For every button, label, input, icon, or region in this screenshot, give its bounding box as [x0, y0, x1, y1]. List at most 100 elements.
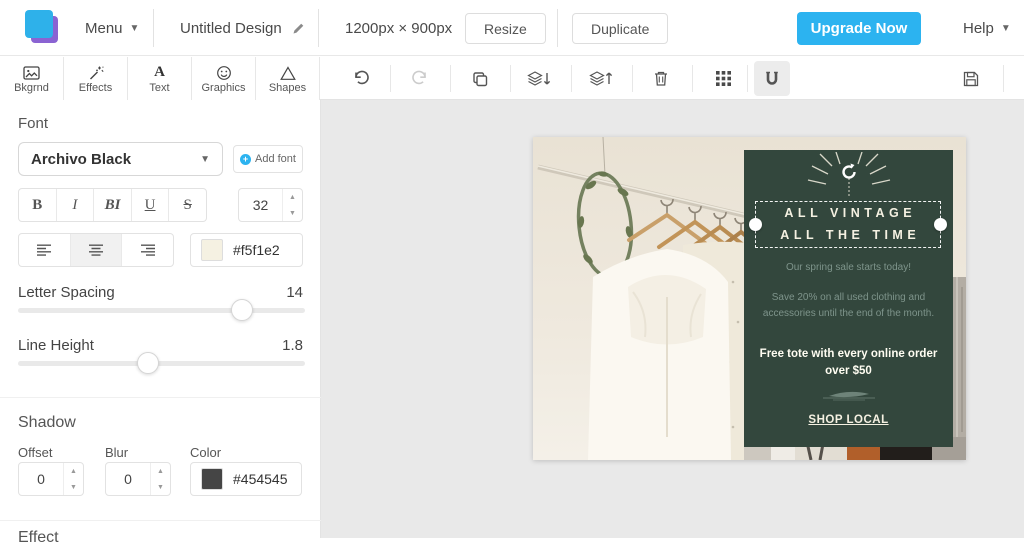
tab-label: Graphics: [201, 81, 246, 94]
canvas-workspace[interactable]: ALL VINTAGE ALL THE TIME Our spring sale…: [321, 100, 1024, 538]
editor-toolbar: Bkgrnd Effects A Text Graphics Shapes: [0, 57, 1024, 100]
divider: [1003, 65, 1004, 92]
logo-blue-square: [25, 10, 53, 38]
letter-spacing-label: Letter Spacing: [18, 284, 115, 301]
save-button[interactable]: [953, 61, 989, 96]
resize-handle-right[interactable]: [934, 217, 947, 231]
letter-spacing-value: 14: [286, 284, 303, 301]
plus-circle-icon: +: [240, 153, 251, 165]
text-color-picker[interactable]: #f5f1e2: [190, 233, 303, 267]
menu-label: Menu: [85, 19, 123, 37]
send-backward-button[interactable]: [521, 61, 557, 96]
align-left-button[interactable]: [19, 234, 71, 266]
align-right-icon: [140, 244, 155, 256]
step-down-icon[interactable]: ▼: [151, 479, 170, 495]
divider: [747, 65, 748, 92]
bring-forward-icon: [589, 71, 613, 86]
effect-section-title: Effect: [18, 529, 59, 546]
underline-button[interactable]: U: [132, 189, 170, 221]
divider: [153, 9, 154, 47]
delete-button[interactable]: [643, 61, 679, 96]
shadow-color-picker[interactable]: #454545: [190, 462, 302, 496]
tab-text[interactable]: A Text: [128, 57, 192, 100]
line-height-slider[interactable]: [18, 352, 305, 374]
help-dropdown[interactable]: Help ▼: [963, 0, 1011, 56]
letter-spacing-slider[interactable]: [18, 299, 305, 321]
bring-forward-button[interactable]: [583, 61, 619, 96]
rotate-handle-icon[interactable]: [838, 161, 860, 183]
shadow-blur-stepper[interactable]: 0 ▲ ▼: [105, 462, 171, 496]
stepper-arrows: ▲ ▼: [282, 189, 302, 221]
letter-spacing-knob[interactable]: [231, 299, 253, 321]
divider: [0, 520, 321, 521]
bold-button[interactable]: B: [19, 189, 57, 221]
triangle-icon: [279, 64, 296, 81]
font-family-select[interactable]: Archivo Black ▼: [18, 142, 223, 176]
headline-text-selection[interactable]: ALL VINTAGE ALL THE TIME: [749, 201, 947, 248]
tab-background[interactable]: Bkgrnd: [0, 57, 64, 100]
image-icon: [23, 64, 40, 81]
redo-button[interactable]: [402, 61, 438, 96]
step-down-icon[interactable]: ▼: [64, 479, 83, 495]
shadow-color-label: Color: [190, 445, 222, 460]
subtext-1[interactable]: Our spring sale starts today!: [759, 260, 939, 276]
resize-button[interactable]: Resize: [465, 13, 546, 44]
tab-label: Text: [149, 81, 170, 94]
add-font-button[interactable]: + Add font: [233, 145, 303, 173]
highlight-text[interactable]: Free tote with every online order over $…: [757, 346, 941, 379]
divider: [318, 9, 319, 47]
bold-italic-button[interactable]: BI: [94, 189, 132, 221]
tab-label: Effects: [78, 81, 113, 94]
design-canvas[interactable]: ALL VINTAGE ALL THE TIME Our spring sale…: [533, 137, 966, 460]
align-left-icon: [37, 244, 52, 256]
duplicate-layer-button[interactable]: [462, 61, 498, 96]
step-up-icon[interactable]: ▲: [151, 463, 170, 479]
strikethrough-button[interactable]: S: [169, 189, 206, 221]
step-down-icon[interactable]: ▼: [283, 205, 302, 221]
upgrade-now-button[interactable]: Upgrade Now: [797, 12, 921, 45]
design-title[interactable]: Untitled Design: [180, 0, 306, 56]
align-right-button[interactable]: [122, 234, 173, 266]
text-align-group: [18, 233, 174, 267]
grid-icon: [715, 71, 731, 86]
tab-effects[interactable]: Effects: [64, 57, 128, 100]
divider: [571, 65, 572, 92]
italic-button[interactable]: I: [57, 189, 95, 221]
duplicate-button[interactable]: Duplicate: [572, 13, 669, 44]
divider: [510, 65, 511, 92]
shadow-color-swatch: [201, 468, 223, 490]
shop-local-link[interactable]: SHOP LOCAL: [808, 414, 888, 426]
headline-line1: ALL VINTAGE: [784, 205, 917, 220]
align-center-button[interactable]: [70, 234, 123, 266]
promo-panel[interactable]: ALL VINTAGE ALL THE TIME Our spring sale…: [744, 150, 953, 447]
line-height-value: 1.8: [282, 337, 303, 354]
edit-pencil-icon[interactable]: [291, 21, 306, 36]
step-up-icon[interactable]: ▲: [283, 189, 302, 205]
app-logo[interactable]: [25, 10, 59, 44]
upgrade-label: Upgrade Now: [810, 20, 908, 37]
font-size-value: 32: [252, 197, 269, 213]
headline-line2: ALL THE TIME: [780, 227, 921, 242]
tab-graphics[interactable]: Graphics: [192, 57, 256, 100]
tab-shapes[interactable]: Shapes: [256, 57, 320, 100]
send-backward-icon: [527, 71, 551, 86]
undo-icon: [354, 70, 369, 85]
shadow-blur-value: 0: [124, 471, 132, 487]
save-icon: [963, 71, 979, 86]
subtext-2[interactable]: Save 20% on all used clothing and access…: [759, 290, 939, 321]
magnet-icon: [766, 71, 778, 85]
shadow-offset-stepper[interactable]: 0 ▲ ▼: [18, 462, 84, 496]
shadow-offset-label: Offset: [18, 445, 53, 460]
step-up-icon[interactable]: ▲: [64, 463, 83, 479]
font-style-group: B I BI U S: [18, 188, 207, 222]
line-height-knob[interactable]: [137, 352, 159, 374]
resize-handle-left[interactable]: [749, 217, 762, 231]
font-size-stepper[interactable]: 32 ▲ ▼: [238, 188, 303, 222]
menu-dropdown[interactable]: Menu ▼: [85, 0, 139, 56]
undo-button[interactable]: [342, 61, 378, 96]
grid-view-button[interactable]: [705, 61, 741, 96]
redo-icon: [411, 70, 426, 85]
snap-magnet-button[interactable]: [754, 61, 790, 96]
tab-label: Shapes: [268, 81, 307, 94]
chevron-down-icon: ▼: [129, 22, 140, 34]
